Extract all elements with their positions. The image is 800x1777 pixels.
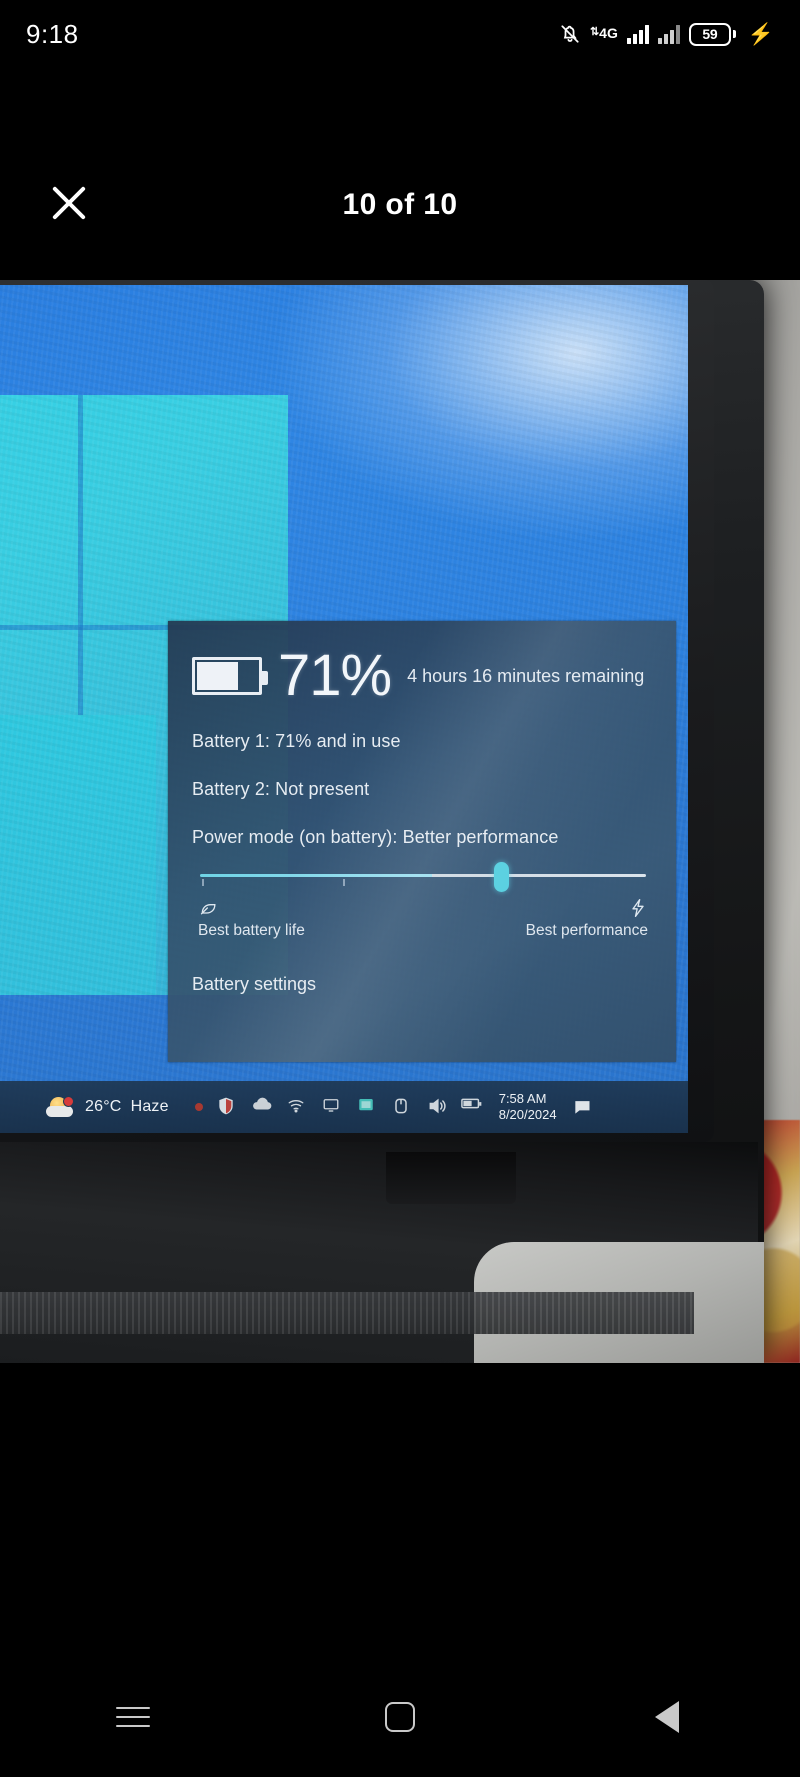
network-type-label: ⇅ 4G: [589, 24, 618, 41]
taskbar-time: 7:58 AM: [498, 1090, 547, 1106]
wifi-icon[interactable]: [286, 1096, 308, 1118]
status-bar-icons: ⇅ 4G 59 ⚡: [559, 22, 774, 46]
laptop-body: 71% 4 hours 16 minutes remaining Battery…: [0, 280, 764, 1363]
nav-recents-button[interactable]: [78, 1662, 188, 1772]
power-mode-slider[interactable]: [200, 862, 646, 892]
battery-percent-big: 71%: [278, 643, 392, 708]
data-arrows-icon: ⇅: [589, 26, 599, 38]
battery-tray-icon[interactable]: [460, 1096, 483, 1118]
touchpad-icon[interactable]: [391, 1096, 413, 1118]
signal-bars-secondary-icon: [657, 24, 680, 44]
battery-percent-label: 59: [702, 26, 718, 42]
back-icon: [654, 1701, 679, 1733]
slider-labels: Best battery life Best performance: [198, 898, 648, 940]
nav-back-button[interactable]: [612, 1662, 722, 1772]
taskbar-date: 8/20/2024: [498, 1107, 557, 1122]
power-mode-label: Power mode (on battery): Better performa…: [192, 827, 559, 847]
battery-summary: 71% 4 hours 16 minutes remaining: [192, 647, 654, 705]
slider-tick: [342, 879, 345, 886]
display-icon[interactable]: [321, 1096, 343, 1118]
slider-right-label: Best performance: [525, 922, 648, 939]
weather-condition: Haze: [130, 1098, 169, 1115]
wallpaper-cyan-block: [0, 715, 156, 995]
windows-taskbar: 26°C Haze 7:58 AM 8/20/2024: [0, 1081, 688, 1133]
taskbar-clock[interactable]: 7:58 AM 8/20/2024: [499, 1091, 557, 1124]
weather-temperature: 26°C: [85, 1098, 122, 1115]
status-bar-clock: 9:18: [26, 18, 79, 49]
laptop-hinge-tab: [386, 1152, 516, 1204]
battery-1-status: Battery 1: 71% and in use: [192, 731, 401, 751]
recents-icon: [116, 1700, 151, 1734]
bell-off-icon: [559, 22, 581, 46]
photo-image[interactable]: 71% 4 hours 16 minutes remaining Battery…: [0, 280, 800, 1363]
leaf-icon: [198, 898, 305, 920]
signal-bars-icon: [626, 24, 649, 44]
system-tray[interactable]: [194, 1096, 483, 1118]
battery-2-status: Battery 2: Not present: [192, 779, 370, 799]
weather-icon: [46, 1096, 76, 1118]
android-status-bar: 9:18 ⇅ 4G 59 ⚡: [0, 0, 800, 68]
security-shield-icon[interactable]: [216, 1096, 238, 1118]
charging-bolt-icon: ⚡: [747, 22, 774, 46]
battery-flyout[interactable]: 71% 4 hours 16 minutes remaining Battery…: [168, 621, 676, 1062]
slider-tick: [202, 879, 204, 886]
laptop-screen: 71% 4 hours 16 minutes remaining Battery…: [0, 285, 688, 1133]
android-nav-bar: [0, 1657, 800, 1777]
volume-icon[interactable]: [426, 1096, 448, 1118]
home-icon: [384, 1702, 415, 1732]
slider-left-end: Best battery life: [198, 898, 305, 940]
slider-left-label: Best battery life: [198, 922, 305, 939]
laptop-bezel: 71% 4 hours 16 minutes remaining Battery…: [0, 280, 714, 1142]
action-center-icon[interactable]: [571, 1097, 593, 1117]
battery-time-remaining: 4 hours 16 minutes remaining: [407, 665, 645, 686]
battery-icon: 59: [688, 22, 736, 46]
battery-level-icon: [192, 657, 268, 695]
graphics-icon[interactable]: [356, 1096, 378, 1118]
photo-counter: 10 of 10: [342, 188, 458, 221]
red-dot-icon[interactable]: [194, 1103, 203, 1111]
slider-thumb[interactable]: [494, 862, 510, 892]
taskbar-weather-widget[interactable]: 26°C Haze: [46, 1096, 169, 1118]
lightning-bolt-icon: [628, 898, 648, 920]
photo-viewer-header: 10 of 10: [0, 68, 800, 280]
battery-tip: [732, 30, 736, 38]
slider-right-end: Best performance: [526, 898, 648, 940]
onedrive-cloud-icon[interactable]: [251, 1096, 273, 1118]
battery-settings-link[interactable]: Battery settings: [192, 974, 654, 995]
laptop-speaker-grille: [0, 1292, 694, 1334]
nav-home-button[interactable]: [345, 1662, 455, 1772]
slider-track: [200, 874, 646, 877]
